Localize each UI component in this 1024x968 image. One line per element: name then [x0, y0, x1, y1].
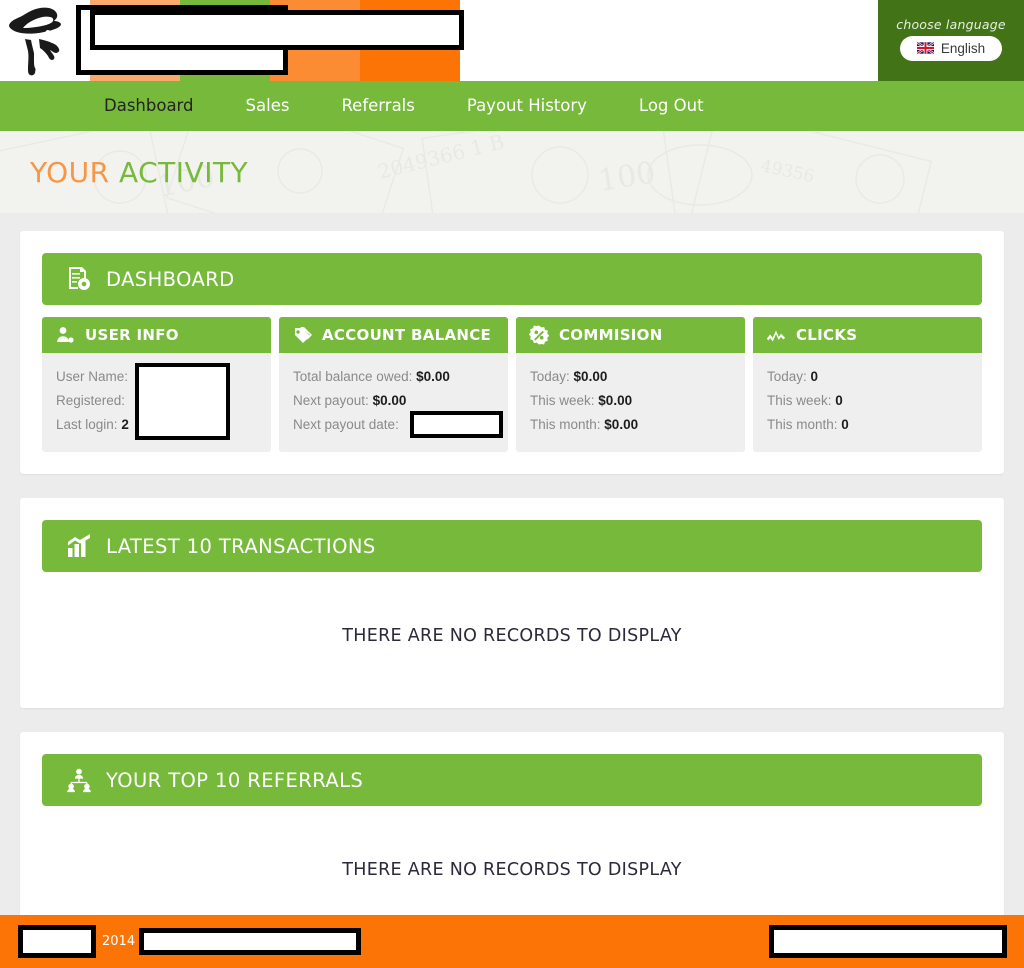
clicks-today-row: Today: 0	[767, 365, 968, 389]
user-icon	[57, 327, 74, 343]
transactions-header-title: LATEST 10 TRANSACTIONS	[106, 534, 376, 558]
site-header: choose language English	[0, 0, 1024, 81]
card-commision: COMMISION Today: $0.00 This week: $0.00 …	[516, 317, 745, 452]
nav-item-log-out[interactable]: Log Out	[613, 81, 730, 131]
uk-flag-icon	[916, 42, 934, 54]
card-account-balance-header: ACCOUNT BALANCE	[279, 317, 508, 353]
language-button[interactable]: English	[899, 35, 1003, 61]
network-users-icon	[67, 768, 91, 793]
commision-week-value: $0.00	[598, 393, 633, 408]
commision-today-row: Today: $0.00	[530, 365, 731, 389]
commision-month-row: This month: $0.00	[530, 413, 731, 437]
nav-item-referrals[interactable]: Referrals	[315, 81, 440, 131]
total-balance-label: Total balance owed:	[293, 369, 413, 384]
card-clicks-title: CLICKS	[796, 326, 858, 344]
last-login-label: Last login:	[56, 417, 118, 432]
nav-item-dashboard[interactable]: Dashboard	[78, 81, 220, 131]
site-logo[interactable]	[0, 0, 80, 81]
referrals-empty-message: THERE ARE NO RECORDS TO DISPLAY	[342, 860, 682, 880]
clicks-today-label: Today:	[767, 369, 807, 384]
card-commision-header: COMMISION	[516, 317, 745, 353]
clicks-month-label: This month:	[767, 417, 838, 432]
referrals-panel: YOUR TOP 10 REFERRALS THERE ARE NO RECOR…	[20, 732, 1004, 942]
next-payout-value: $0.00	[372, 393, 407, 408]
main-navigation: Dashboard Sales Referrals Payout History…	[0, 81, 1024, 131]
language-button-label: English	[940, 40, 986, 56]
card-commision-title: COMMISION	[559, 326, 663, 344]
transactions-panel: LATEST 10 TRANSACTIONS THERE ARE NO RECO…	[20, 498, 1004, 708]
transactions-header-bar: LATEST 10 TRANSACTIONS	[42, 520, 982, 572]
language-selector[interactable]: choose language English	[878, 0, 1024, 81]
commision-month-label: This month:	[530, 417, 601, 432]
card-commision-body: Today: $0.00 This week: $0.00 This month…	[516, 353, 745, 452]
user-name-label: User Name:	[56, 369, 129, 384]
footer-right-redaction	[769, 925, 1007, 958]
nav-item-payout-history[interactable]: Payout History	[441, 81, 613, 131]
commision-month-value: $0.00	[604, 417, 639, 432]
clicks-week-value: 0	[835, 393, 843, 408]
card-account-balance: ACCOUNT BALANCE Total balance owed: $0.0…	[279, 317, 508, 452]
hat-figure-logo-icon	[9, 7, 61, 75]
card-account-balance-title: ACCOUNT BALANCE	[322, 326, 492, 344]
footer-left-redaction	[18, 925, 96, 958]
percent-badge-icon	[529, 325, 549, 345]
card-clicks: CLICKS Today: 0 This week: 0 This month:…	[753, 317, 982, 452]
card-clicks-header: CLICKS	[753, 317, 982, 353]
header-banner-redaction	[90, 10, 464, 50]
dashboard-header-title: DASHBOARD	[106, 267, 235, 291]
next-payout-date-redaction	[410, 411, 503, 438]
card-user-info: USER INFO User Name: Registered: Last lo…	[42, 317, 271, 452]
dashboard-panel: DASHBOARD USER INFO User Name: Registere…	[20, 231, 1004, 474]
stat-cards: USER INFO User Name: Registered: Last lo…	[42, 317, 982, 452]
site-footer: 2014	[0, 915, 1024, 968]
commision-today-value: $0.00	[573, 369, 608, 384]
next-payout-label: Next payout:	[293, 393, 369, 408]
clicks-today-value: 0	[810, 369, 819, 384]
last-login-value: 2	[121, 417, 129, 432]
clicks-month-value: 0	[841, 417, 849, 432]
registered-label: Registered:	[56, 393, 126, 408]
commision-today-label: Today:	[530, 369, 570, 384]
nav-item-sales[interactable]: Sales	[220, 81, 316, 131]
page-content: DASHBOARD USER INFO User Name: Registere…	[0, 213, 1024, 942]
commision-week-label: This week:	[530, 393, 595, 408]
transactions-empty-message: THERE ARE NO RECORDS TO DISPLAY	[342, 626, 682, 646]
total-balance-row: Total balance owed: $0.00	[293, 365, 494, 389]
next-payout-date-label: Next payout date:	[293, 417, 399, 432]
page-title-part-1: YOUR	[30, 155, 110, 189]
clicks-week-row: This week: 0	[767, 389, 968, 413]
user-info-redaction	[135, 363, 230, 440]
bar-chart-icon	[68, 534, 90, 557]
footer-middle-redaction	[139, 928, 362, 955]
clicks-week-label: This week:	[767, 393, 832, 408]
referrals-header-title: YOUR TOP 10 REFERRALS	[106, 768, 364, 792]
page-title-part-2: ACTIVITY	[118, 155, 249, 189]
card-user-info-title: USER INFO	[85, 326, 179, 344]
tags-icon	[294, 327, 312, 343]
page-banner: 100 100 2049366 1 B 49356 YOUR ACTIVITY	[0, 131, 1024, 213]
line-chart-icon	[766, 330, 786, 342]
dashboard-header-bar: DASHBOARD	[42, 253, 982, 305]
card-user-info-header: USER INFO	[42, 317, 271, 353]
total-balance-value: $0.00	[416, 369, 450, 384]
next-payout-row: Next payout: $0.00	[293, 389, 494, 413]
referrals-header-bar: YOUR TOP 10 REFERRALS	[42, 754, 982, 806]
document-gear-icon	[69, 267, 90, 290]
clicks-month-row: This month: 0	[767, 413, 968, 437]
card-clicks-body: Today: 0 This week: 0 This month: 0	[753, 353, 982, 452]
footer-year: 2014	[102, 934, 136, 949]
language-label: choose language	[896, 16, 1006, 32]
commision-week-row: This week: $0.00	[530, 389, 731, 413]
page-title: YOUR ACTIVITY	[30, 156, 248, 189]
